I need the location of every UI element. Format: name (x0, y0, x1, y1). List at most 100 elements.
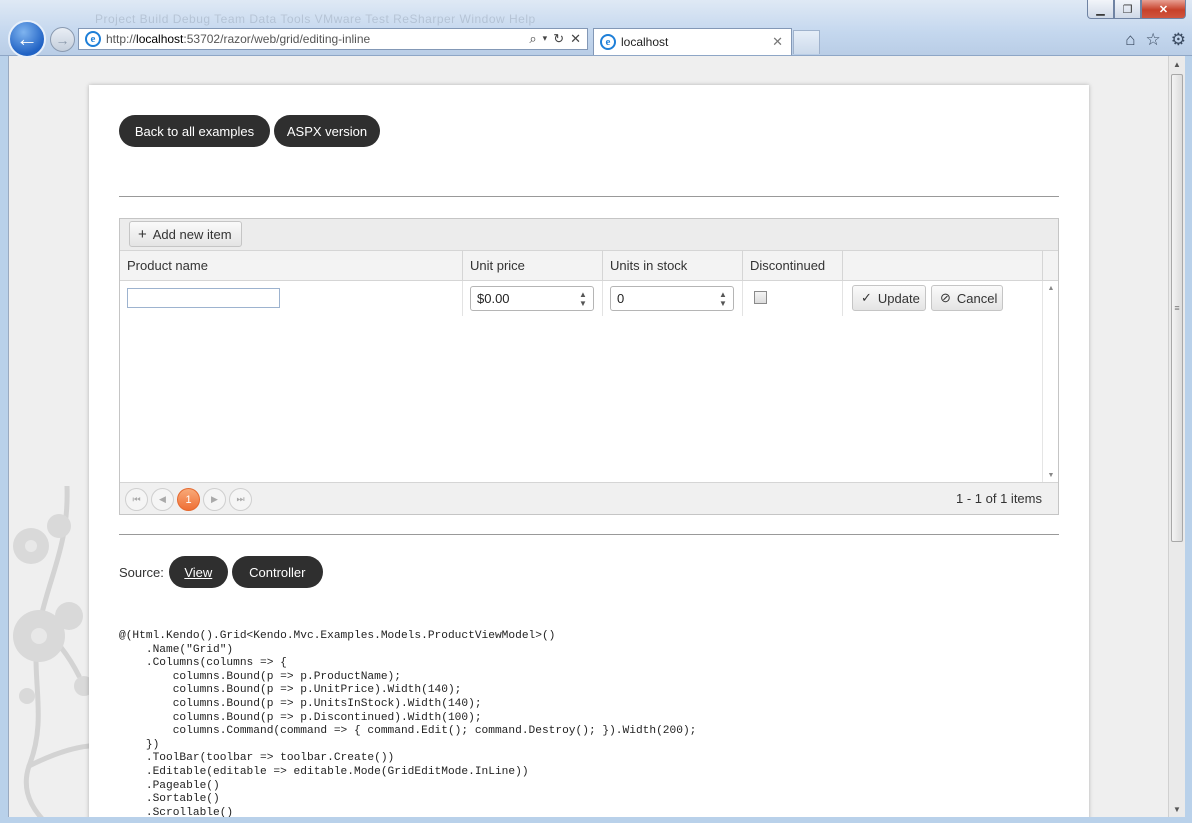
pager-info: 1 - 1 of 1 items (956, 491, 1042, 506)
spinner-arrows[interactable]: ▲ ▼ (573, 287, 593, 310)
cell-unit-price: $0.00 ▲ ▼ (462, 281, 602, 316)
minimize-button[interactable]: ▁ (1087, 0, 1114, 19)
unit-price-value: $0.00 (477, 291, 510, 306)
dropdown-arrow-icon[interactable]: ▾ (543, 31, 548, 47)
cancel-button[interactable]: ⊘ Cancel (931, 285, 1003, 311)
unit-price-stepper[interactable]: $0.00 ▲ ▼ (470, 286, 594, 311)
url-prefix: http:// (106, 32, 137, 46)
background-menu-ghost: Project Build Debug Team Data Tools VMwa… (95, 12, 536, 26)
address-bar[interactable]: e http://localhost:53702/razor/web/grid/… (78, 28, 588, 50)
window-controls: ▁ ❐ ✕ (1087, 0, 1186, 19)
controller-source-button[interactable]: Controller (231, 556, 323, 588)
code-line: .Editable(editable => editable.Mode(Grid… (119, 765, 529, 778)
discontinued-checkbox[interactable] (754, 291, 767, 304)
add-new-item-button[interactable]: + Add new item (129, 221, 242, 247)
ie-icon: e (85, 31, 101, 47)
code-line: .Scrollable() (119, 806, 234, 817)
tab-close-icon[interactable]: ✕ (772, 34, 791, 50)
header-product-name[interactable]: Product name (120, 251, 462, 281)
close-window-button[interactable]: ✕ (1141, 0, 1186, 19)
minimize-icon: ▁ (1096, 3, 1105, 16)
update-label: Update (877, 290, 920, 306)
search-icon[interactable]: ⌕ (529, 31, 536, 47)
update-button[interactable]: ✓ Update (852, 285, 926, 311)
code-line: .Pageable() (119, 779, 220, 792)
product-name-input[interactable] (127, 288, 280, 308)
spin-down-icon[interactable]: ▼ (719, 299, 727, 308)
home-icon[interactable]: ⌂ (1125, 30, 1135, 50)
header-units-in-stock[interactable]: Units in stock (602, 251, 742, 281)
restore-icon: ❐ (1122, 3, 1133, 16)
cell-units-in-stock: 0 ▲ ▼ (602, 281, 742, 316)
arrow-right-icon: → (55, 31, 70, 48)
header-unit-price[interactable]: Unit price (462, 251, 602, 281)
units-in-stock-stepper[interactable]: 0 ▲ ▼ (610, 286, 734, 311)
browser-viewport: Back to all examples ASPX version + Add … (8, 56, 1168, 817)
maximize-button[interactable]: ❐ (1114, 0, 1141, 19)
scroll-down-icon[interactable]: ▼ (1043, 468, 1059, 482)
cancel-label: Cancel (956, 290, 998, 306)
grid-toolbar: + Add new item (120, 219, 1058, 251)
view-source-button[interactable]: View (168, 556, 228, 588)
cell-discontinued (742, 281, 842, 316)
grid-scrollbar[interactable]: ▲ ▼ (1042, 281, 1058, 482)
address-tools: ⌕ ▾ ↻ ✕ (529, 31, 587, 47)
aspx-version-button[interactable]: ASPX version (274, 115, 380, 147)
scrollbar-thumb[interactable]: ≡ (1171, 74, 1183, 542)
code-line: columns.Bound(p => p.UnitsInStock).Width… (119, 697, 482, 710)
code-line: columns.Bound(p => p.Discontinued).Width… (119, 711, 482, 724)
scroll-up-icon[interactable]: ▲ (1169, 56, 1185, 72)
spinner-arrows[interactable]: ▲ ▼ (713, 287, 733, 310)
tab-title: localhost (621, 35, 669, 49)
prev-page-icon[interactable]: ◀ (151, 488, 174, 511)
source-label: Source: (119, 564, 164, 580)
refresh-icon[interactable]: ↻ (553, 31, 564, 47)
gear-icon[interactable]: ⚙ (1171, 30, 1186, 50)
page-number-button[interactable]: 1 (177, 488, 200, 511)
spin-up-icon[interactable]: ▲ (719, 290, 727, 299)
code-line: .Columns(columns => { (119, 657, 287, 670)
source-bar: Source: View Controller (119, 556, 323, 588)
grid-header: Product name Unit price Units in stock D… (120, 251, 1058, 281)
back-to-examples-button[interactable]: Back to all examples (119, 115, 270, 147)
page-scrollbar[interactable]: ▲ ≡ ▼ (1168, 56, 1185, 817)
divider-bottom (119, 534, 1059, 535)
units-in-stock-value: 0 (617, 291, 625, 306)
cell-commands: ✓ Update ⊘ Cancel (842, 281, 1042, 316)
url-path: :53702/razor/web/grid/editing-inline (183, 32, 371, 46)
cancel-circle-icon: ⊘ (940, 290, 951, 305)
stop-icon[interactable]: ✕ (570, 31, 581, 47)
tab-favicon-icon: e (600, 34, 616, 50)
browser-toolbar-icons: ⌂ ☆ ⚙ (1125, 30, 1186, 50)
spin-up-icon[interactable]: ▲ (579, 290, 587, 299)
code-line: .Sortable() (119, 793, 220, 806)
address-url[interactable]: http://localhost:53702/razor/web/grid/ed… (106, 32, 529, 46)
next-page-icon[interactable]: ▶ (203, 488, 226, 511)
code-line: .ToolBar(toolbar => toolbar.Create()) (119, 752, 395, 765)
scroll-down-icon[interactable]: ▼ (1169, 801, 1185, 817)
first-page-icon[interactable]: ⏮ (125, 488, 148, 511)
header-discontinued[interactable]: Discontinued (742, 251, 842, 281)
code-listing: @(Html.Kendo().Grid<Kendo.Mvc.Examples.M… (119, 630, 696, 817)
forward-button[interactable]: → (50, 27, 75, 52)
table-row: $0.00 ▲ ▼ 0 ▲ ▼ ✓ Update ⊘ Cancel (120, 281, 1042, 316)
header-commands (842, 251, 1042, 281)
kendo-grid: + Add new item Product name Unit price U… (119, 218, 1059, 515)
browser-tab[interactable]: e localhost ✕ (593, 28, 792, 55)
arrow-left-icon: ← (16, 26, 38, 51)
code-line: @(Html.Kendo().Grid<Kendo.Mvc.Examples.M… (119, 630, 556, 642)
divider-top (119, 196, 1059, 197)
spin-down-icon[interactable]: ▼ (579, 299, 587, 308)
check-icon: ✓ (861, 290, 872, 305)
code-line: columns.Command(command => { command.Edi… (119, 725, 697, 738)
close-icon: ✕ (1158, 3, 1169, 16)
back-button[interactable]: ← (8, 20, 46, 58)
scroll-up-icon[interactable]: ▲ (1043, 281, 1059, 295)
page-container: Back to all examples ASPX version + Add … (89, 85, 1089, 817)
new-tab-button[interactable] (793, 30, 820, 54)
code-line: .Name("Grid") (119, 643, 234, 656)
plus-icon: + (138, 225, 147, 243)
last-page-icon[interactable]: ⏭ (229, 488, 252, 511)
header-scroll-spacer (1042, 251, 1058, 281)
favorites-star-icon[interactable]: ☆ (1146, 30, 1161, 50)
